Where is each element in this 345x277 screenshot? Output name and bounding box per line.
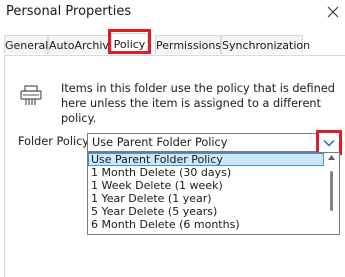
policy-info-text: Items in this folder use the policy that… xyxy=(61,82,335,125)
policy-option[interactable]: 6 Month Delete (6 months) xyxy=(88,218,324,231)
folder-policy-select[interactable]: Use Parent Folder Policy xyxy=(87,133,340,152)
folder-policy-listbox: Use Parent Folder Policy 1 Month Delete … xyxy=(87,152,340,235)
tab-policy[interactable]: Policy xyxy=(111,33,148,54)
archive-shredder-icon xyxy=(18,82,44,108)
tab-synchronization[interactable]: Synchronization xyxy=(221,35,310,54)
policy-option[interactable]: Use Parent Folder Policy xyxy=(88,153,324,166)
policy-option[interactable]: 5 Year Delete (5 years) xyxy=(88,205,324,218)
properties-dialog: Personal Properties General AutoArchive … xyxy=(0,0,345,277)
scroll-thumb[interactable] xyxy=(330,171,333,211)
tab-permissions[interactable]: Permissions xyxy=(155,35,221,54)
tab-strip: General AutoArchive Policy Permissions S… xyxy=(0,33,345,55)
folder-policy-label: Folder Policy: xyxy=(18,135,92,148)
close-icon xyxy=(327,6,338,18)
listbox-scrollbar[interactable] xyxy=(324,153,339,234)
policy-option[interactable]: 1 Year Delete (1 year) xyxy=(88,192,324,205)
scroll-up-icon[interactable] xyxy=(328,155,335,160)
tab-general[interactable]: General xyxy=(4,35,48,54)
close-button[interactable] xyxy=(320,0,345,24)
policy-option[interactable]: 1 Month Delete (30 days) xyxy=(88,166,324,179)
policy-option[interactable]: 1 Week Delete (1 week) xyxy=(88,179,324,192)
chevron-down-icon xyxy=(323,139,335,147)
window-title: Personal Properties xyxy=(6,4,132,19)
folder-policy-value: Use Parent Folder Policy xyxy=(92,136,228,149)
tab-autoarchive[interactable]: AutoArchive xyxy=(48,35,116,54)
